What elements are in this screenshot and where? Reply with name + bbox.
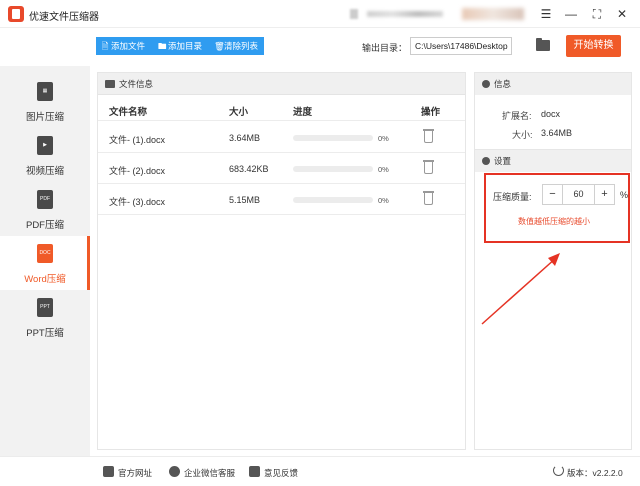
progress-bar (293, 197, 373, 203)
doc-file-icon: DOC (37, 244, 53, 263)
progress-text: 0% (378, 196, 389, 205)
file-name: 文件- (1).docx (109, 135, 166, 145)
size-value: 3.64MB (541, 128, 573, 138)
file-name: 文件- (2).docx (109, 166, 166, 176)
progress-bar (293, 166, 373, 172)
toolbar: 🗎 添加文件 🖿添加目录 🗑清除列表 输出目录： C:\Users\17486\D… (0, 28, 640, 66)
pdf-file-icon: PDF (37, 190, 53, 209)
ext-label: 扩展名: (502, 111, 532, 121)
gear-icon (482, 157, 490, 165)
table-row[interactable]: 文件- (1).docx 3.64MB 0% (98, 122, 465, 153)
app-logo-icon (8, 6, 24, 22)
ext-value: docx (541, 109, 561, 119)
blurred-account-info (462, 8, 524, 20)
sidebar-item-video[interactable]: ▶ 视频压缩 (0, 128, 90, 182)
column-header-progress: 进度 (293, 107, 313, 118)
feedback-link[interactable]: 意见反馈 (264, 467, 298, 479)
wechat-service-icon (169, 466, 180, 477)
wechat-service-link[interactable]: 企业微信客服 (184, 467, 235, 479)
file-size: 683.42KB (229, 164, 269, 174)
add-file-button[interactable]: 🗎 添加文件 (96, 37, 153, 55)
file-panel-header: 文件信息 (98, 73, 465, 95)
app-title: 优速文件压缩器 (29, 12, 99, 23)
info-panel-header: 信息 (475, 73, 631, 95)
open-folder-icon[interactable] (536, 38, 550, 51)
annotation-arrow (481, 253, 560, 325)
table-row[interactable]: 文件- (2).docx 683.42KB 0% (98, 153, 465, 184)
settings-panel-header: 设置 (475, 150, 631, 172)
progress-text: 0% (378, 134, 389, 143)
website-link[interactable]: 官方网址 (118, 467, 152, 479)
delete-icon[interactable] (423, 191, 434, 205)
add-folder-button[interactable]: 🖿添加目录 (153, 37, 209, 55)
trash-icon: 🗑 (214, 41, 225, 51)
video-file-icon: ▶ (37, 136, 53, 155)
file-size: 5.15MB (229, 195, 261, 205)
sidebar-item-ppt[interactable]: PPT PPT压缩 (0, 290, 90, 344)
hamburger-icon[interactable]: ☰ (538, 6, 554, 22)
version-text: 版本：v2.2.2.0 (567, 468, 623, 478)
highlight-box (484, 173, 630, 243)
maximize-icon[interactable]: ⛶ (589, 6, 605, 22)
file-icon: 🗎 (101, 41, 109, 51)
image-file-icon: ▦ (37, 82, 53, 101)
website-icon (103, 466, 114, 477)
ppt-file-icon: PPT (37, 298, 53, 317)
delete-icon[interactable] (423, 129, 434, 143)
output-dir-label: 输出目录： (362, 43, 408, 53)
file-name: 文件- (3).docx (109, 197, 166, 207)
table-row[interactable]: 文件- (3).docx 5.15MB 0% (98, 184, 465, 215)
output-dir-field[interactable]: C:\Users\17486\Desktop (410, 37, 512, 55)
folder-icon: 🖿 (158, 41, 167, 51)
column-header-size: 大小 (229, 107, 249, 118)
blurred-account-avatar (350, 9, 358, 19)
feedback-icon (249, 466, 260, 477)
column-header-name: 文件名称 (109, 107, 148, 118)
progress-text: 0% (378, 165, 389, 174)
delete-icon[interactable] (423, 160, 434, 174)
progress-bar (293, 135, 373, 141)
close-icon[interactable]: ✕ (614, 6, 630, 22)
sidebar-item-word[interactable]: DOC Word压缩 (0, 236, 90, 290)
sidebar-item-pdf[interactable]: PDF PDF压缩 (0, 182, 90, 236)
blurred-account-name (367, 11, 443, 17)
start-convert-button[interactable]: 开始转换 (566, 35, 621, 57)
minimize-icon[interactable]: — (563, 6, 579, 22)
column-header-action: 操作 (421, 107, 441, 118)
sidebar-item-image[interactable]: ▦ 图片压缩 (0, 74, 90, 128)
sidebar: ▦ 图片压缩 ▶ 视频压缩 PDF PDF压缩 DOC Word压缩 PPT P… (0, 66, 90, 456)
file-list-panel: 文件信息 文件名称 大小 进度 操作 文件- (1).docx 3.64MB 0… (97, 72, 466, 450)
clear-list-button[interactable]: 🗑清除列表 (209, 37, 264, 55)
table-header: 文件名称 大小 进度 操作 (98, 95, 465, 121)
footer: 官方网址 企业微信客服 意见反馈 版本：v2.2.2.0 (0, 456, 640, 486)
refresh-icon[interactable] (553, 465, 564, 476)
title-bar: 优速文件压缩器 ☰ — ⛶ ✕ (0, 0, 640, 28)
image-icon (105, 80, 115, 88)
file-size: 3.64MB (229, 133, 261, 143)
size-label: 大小: (512, 130, 533, 140)
info-panel: 信息 扩展名: docx 大小: 3.64MB (474, 72, 632, 150)
info-icon (482, 80, 490, 88)
